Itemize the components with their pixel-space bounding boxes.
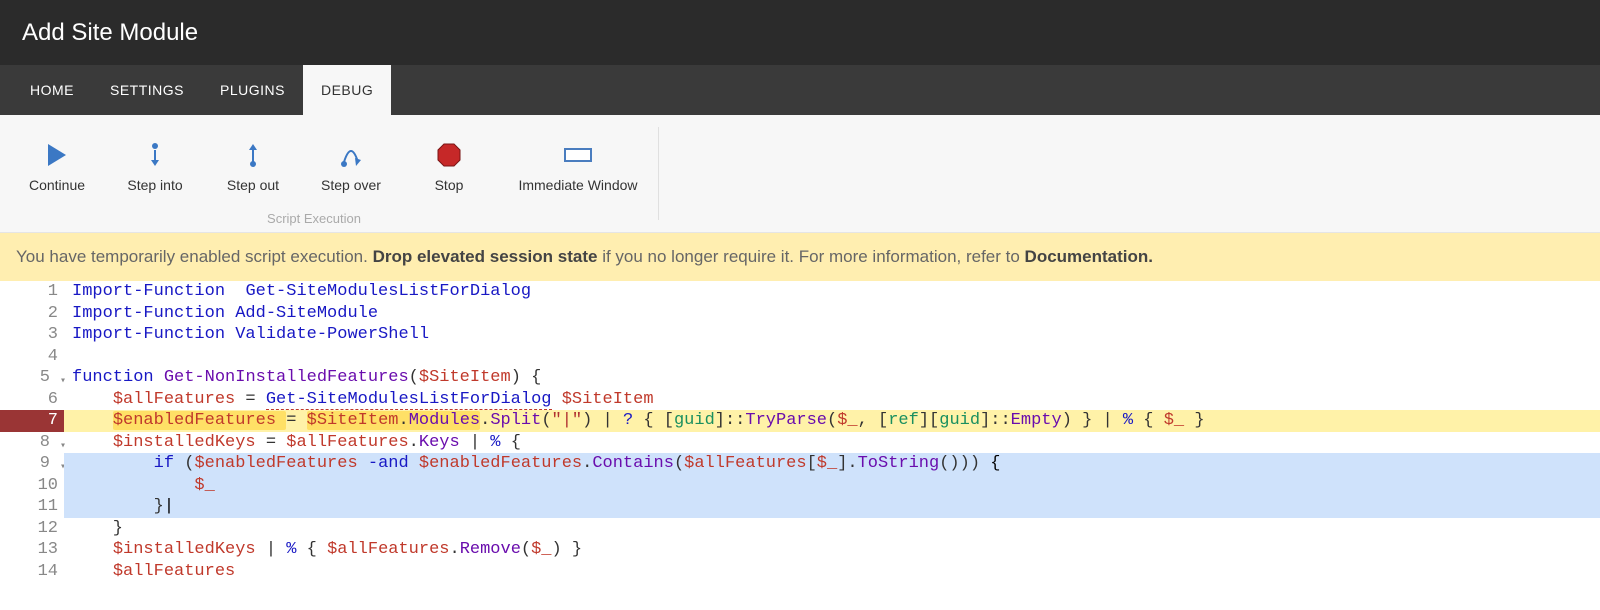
tab-home[interactable]: HOME (12, 65, 92, 115)
line-number[interactable]: 12 (0, 518, 64, 540)
code-line[interactable]: $allFeatures (64, 561, 1600, 583)
banner-text-pre: You have temporarily enabled script exec… (16, 247, 373, 266)
continue-label: Continue (29, 177, 85, 193)
banner-link-drop[interactable]: Drop elevated session state (373, 247, 598, 266)
warning-banner: You have temporarily enabled script exec… (0, 233, 1600, 281)
banner-text-mid: if you no longer require it. For more in… (597, 247, 1024, 266)
code-line[interactable]: Import-Function Validate-PowerShell (64, 324, 1600, 346)
line-number[interactable]: 7 (0, 410, 64, 432)
line-number[interactable]: 13 (0, 539, 64, 561)
code-editor[interactable]: 12345▾678▾9▾1011121314 Import-Function G… (0, 281, 1600, 582)
code-line[interactable]: $installedKeys | % { $allFeatures.Remove… (64, 539, 1600, 561)
code-line[interactable]: $allFeatures = Get-SiteModulesListForDia… (64, 389, 1600, 411)
step-over-label: Step over (321, 177, 381, 193)
code-line[interactable]: if ($enabledFeatures -and $enabledFeatur… (64, 453, 1600, 475)
step-out-label: Step out (227, 177, 279, 193)
step-out-button[interactable]: Step out (204, 133, 302, 193)
tab-bar: HOMESETTINGSPLUGINSDEBUG (0, 65, 1600, 115)
window-header: Add Site Module (0, 0, 1600, 65)
stop-icon (436, 133, 462, 177)
code-line[interactable]: } (64, 518, 1600, 540)
code-line[interactable]: }| (64, 496, 1600, 518)
debug-toolbar: Continue Step into Step out Step over Stop Im… (0, 115, 1600, 233)
line-number[interactable]: 3 (0, 324, 64, 346)
line-number[interactable]: 1 (0, 281, 64, 303)
continue-button[interactable]: Continue (8, 133, 106, 193)
banner-link-docs[interactable]: Documentation. (1025, 247, 1153, 266)
code-line[interactable]: $_ (64, 475, 1600, 497)
immediate-label: Immediate Window (518, 177, 637, 193)
line-number[interactable]: 8▾ (0, 432, 64, 454)
line-number[interactable]: 6 (0, 389, 64, 411)
tab-plugins[interactable]: PLUGINS (202, 65, 303, 115)
line-number-gutter: 12345▾678▾9▾1011121314 (0, 281, 64, 582)
line-number[interactable]: 2 (0, 303, 64, 325)
stop-label: Stop (435, 177, 464, 193)
page-title: Add Site Module (22, 19, 198, 47)
code-line[interactable]: $installedKeys = $allFeatures.Keys | % { (64, 432, 1600, 454)
line-number[interactable]: 11 (0, 496, 64, 518)
play-icon (44, 133, 70, 177)
line-number[interactable]: 9▾ (0, 453, 64, 475)
code-line[interactable]: Import-Function Get-SiteModulesListForDi… (64, 281, 1600, 303)
code-line[interactable] (64, 346, 1600, 368)
step-into-label: Step into (127, 177, 182, 193)
line-number[interactable]: 5▾ (0, 367, 64, 389)
tab-settings[interactable]: SETTINGS (92, 65, 202, 115)
code-line[interactable]: $enabledFeatures = $SiteItem.Modules.Spl… (64, 410, 1600, 432)
stop-button[interactable]: Stop (400, 133, 498, 193)
step-into-icon (142, 133, 168, 177)
code-line[interactable]: function Get-NonInstalledFeatures($SiteI… (64, 367, 1600, 389)
step-out-icon (240, 133, 266, 177)
step-into-button[interactable]: Step into (106, 133, 204, 193)
step-over-button[interactable]: Step over (302, 133, 400, 193)
line-number[interactable]: 4 (0, 346, 64, 368)
line-number[interactable]: 14 (0, 561, 64, 583)
step-over-icon (338, 133, 364, 177)
window-icon (564, 133, 592, 177)
toolbar-separator (658, 127, 659, 220)
toolbar-group-caption: Script Execution (214, 211, 414, 226)
code-line[interactable]: Import-Function Add-SiteModule (64, 303, 1600, 325)
immediate-button[interactable]: Immediate Window (498, 133, 658, 193)
code-area[interactable]: Import-Function Get-SiteModulesListForDi… (64, 281, 1600, 582)
line-number[interactable]: 10 (0, 475, 64, 497)
tab-debug[interactable]: DEBUG (303, 65, 391, 115)
